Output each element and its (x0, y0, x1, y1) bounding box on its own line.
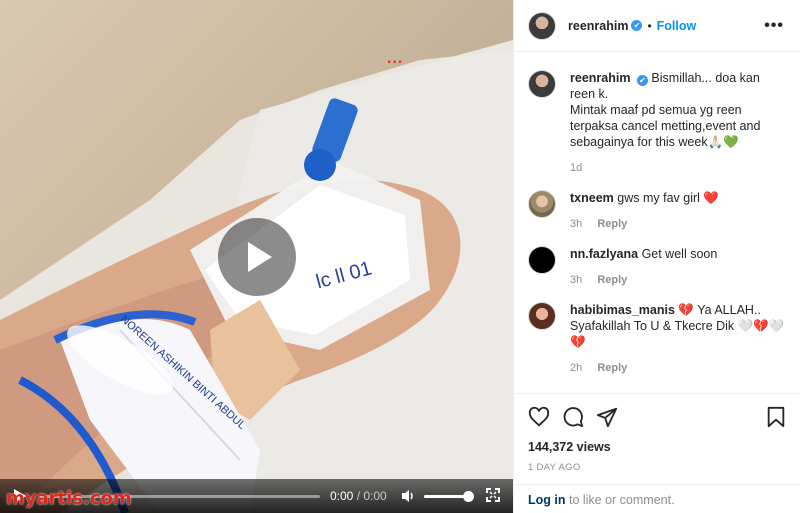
caption: reenrahim ✔ Bismillah... doa kan reen k.… (528, 70, 786, 176)
comment-meta: 3h Reply (570, 272, 786, 288)
comment-username[interactable]: txneem (570, 191, 614, 205)
comment-item: txneem gws my fav girl ❤️ 3h Reply (528, 190, 786, 232)
instagram-post: lc ll 01 NOREEN ASHIKIN BINTI ABDUL ... … (0, 0, 800, 513)
volume-fill (424, 495, 465, 498)
comment-age: 3h (570, 274, 583, 286)
caption-body: reenrahim ✔ Bismillah... doa kan reen k.… (570, 70, 786, 176)
post-side-panel: reenrahim ✔ • Follow ••• reenrahim ✔ Bis… (513, 0, 800, 513)
avatar[interactable] (528, 246, 556, 274)
avatar[interactable] (528, 11, 556, 40)
volume-icon[interactable] (400, 488, 416, 504)
comment-icon[interactable] (562, 406, 584, 428)
comment-username[interactable]: habibimas_manis (570, 303, 675, 317)
comment-body: txneem gws my fav girl ❤️ 3h Reply (570, 190, 786, 232)
post-actions (514, 393, 800, 439)
comment-age: 3h (570, 218, 583, 230)
play-icon (248, 242, 272, 272)
time-current: 0:00 (330, 489, 354, 503)
video-play-button[interactable] (218, 218, 296, 296)
comment-meta: 2h Reply (570, 360, 786, 376)
more-options-icon[interactable]: ••• (764, 17, 784, 35)
comment-item: habibimas_manis 💔 Ya ALLAH.. Syafakillah… (528, 302, 786, 376)
reply-button[interactable]: Reply (597, 362, 627, 374)
avatar[interactable] (528, 190, 556, 218)
comment-meta: 3h Reply (570, 216, 786, 232)
reply-button[interactable]: Reply (597, 218, 627, 230)
header-username[interactable]: reenrahim (568, 19, 628, 33)
comment-text: Get well soon (641, 247, 718, 261)
comment-body: nn.fazlyana Get well soon 3h Reply (570, 246, 786, 288)
video-player[interactable]: lc ll 01 NOREEN ASHIKIN BINTI ABDUL ... … (0, 0, 513, 513)
watermark: myartis.com (6, 488, 132, 509)
login-link[interactable]: Log in (528, 493, 566, 507)
heart-icon[interactable] (528, 406, 550, 428)
avatar[interactable] (528, 70, 556, 98)
comment-username[interactable]: nn.fazlyana (570, 247, 638, 261)
comment-age: 2h (570, 362, 583, 374)
view-count[interactable]: 144,372 views (528, 440, 611, 454)
comment-item: nn.fazlyana Get well soon 3h Reply (528, 246, 786, 288)
post-header: reenrahim ✔ • Follow ••• (514, 0, 800, 52)
verified-icon: ✔ (636, 75, 648, 86)
caption-username[interactable]: reenrahim (570, 71, 630, 85)
comment-text: gws my fav girl ❤️ (617, 191, 719, 205)
share-icon[interactable] (596, 406, 618, 428)
bookmark-icon[interactable] (766, 406, 786, 428)
video-time: 0:00 / 0:00 (330, 489, 387, 503)
reply-button[interactable]: Reply (597, 274, 627, 286)
verified-icon: ✔ (631, 20, 643, 31)
login-prompt: to like or comment. (565, 493, 675, 507)
volume-slider-handle[interactable] (463, 491, 474, 502)
fullscreen-icon[interactable] (486, 488, 500, 502)
post-date: 1 DAY AGO (528, 462, 581, 473)
caption-age: 1d (570, 162, 583, 174)
login-bar: Log in to like or comment. (514, 484, 800, 513)
video-overlay-dots: ... (387, 50, 404, 67)
comment-body: habibimas_manis 💔 Ya ALLAH.. Syafakillah… (570, 302, 786, 376)
caption-meta: 1d (570, 160, 786, 176)
header-separator: • (647, 18, 652, 33)
avatar[interactable] (528, 302, 556, 330)
time-duration: 0:00 (363, 489, 387, 503)
comments-list: reenrahim ✔ Bismillah... doa kan reen k.… (514, 52, 800, 392)
time-separator: / (353, 489, 364, 503)
follow-button[interactable]: Follow (657, 19, 697, 33)
